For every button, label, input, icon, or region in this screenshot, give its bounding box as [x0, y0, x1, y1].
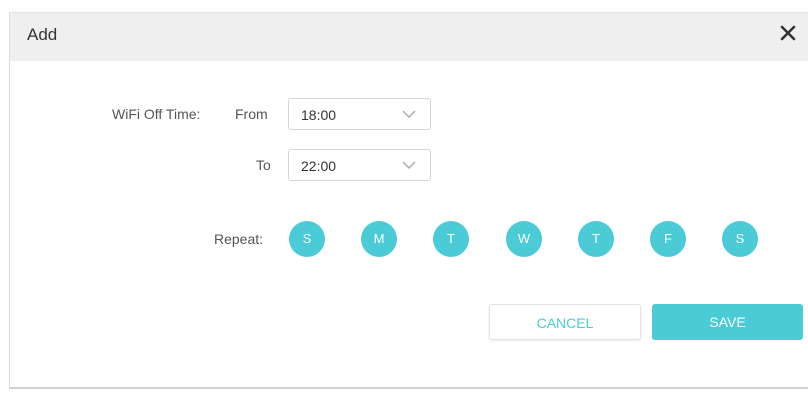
- dialog-bottom-border: [9, 387, 808, 389]
- from-time-value: 18:00: [301, 107, 337, 123]
- chevron-down-icon: [402, 110, 416, 118]
- day-toggle-sunday[interactable]: S: [289, 221, 325, 257]
- to-time-select[interactable]: 22:00: [288, 149, 431, 181]
- day-toggle-wednesday[interactable]: W: [506, 221, 542, 257]
- to-time-value: 22:00: [301, 158, 337, 174]
- save-button[interactable]: SAVE: [652, 304, 803, 340]
- day-toggle-tuesday[interactable]: T: [433, 221, 469, 257]
- close-icon[interactable]: [776, 21, 800, 45]
- from-label: From: [235, 106, 268, 122]
- repeat-label: Repeat:: [214, 231, 264, 247]
- chevron-down-icon: [402, 161, 416, 169]
- day-toggle-thursday[interactable]: T: [578, 221, 614, 257]
- dialog-title: Add: [27, 25, 58, 44]
- day-toggle-friday[interactable]: F: [650, 221, 686, 257]
- day-toggle-monday[interactable]: M: [361, 221, 397, 257]
- day-toggle-saturday[interactable]: S: [722, 221, 758, 257]
- from-time-select[interactable]: 18:00: [288, 98, 431, 130]
- to-label: To: [256, 157, 271, 173]
- dialog-header: Add: [10, 13, 808, 61]
- cancel-button[interactable]: CANCEL: [489, 304, 641, 340]
- wifi-off-time-label: WiFi Off Time:: [112, 106, 201, 122]
